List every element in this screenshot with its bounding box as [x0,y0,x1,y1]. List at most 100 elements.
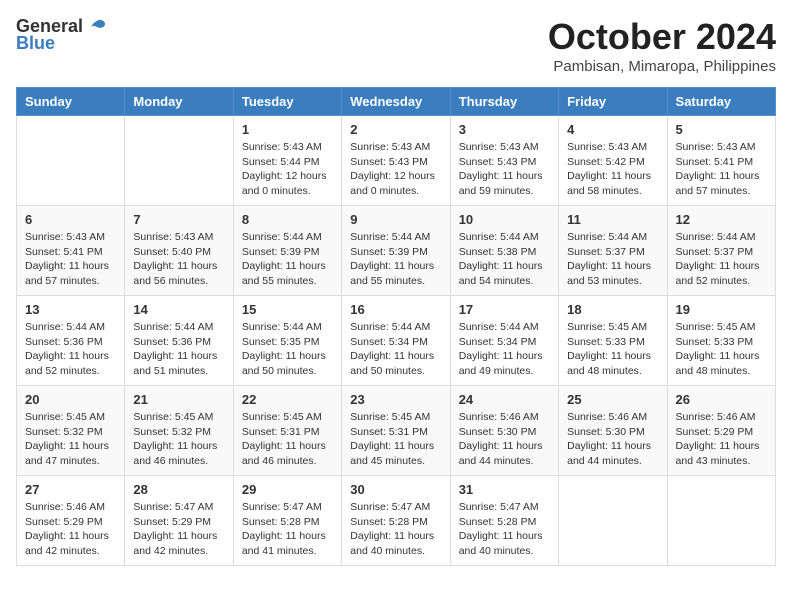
calendar-cell [559,476,667,566]
calendar-cell: 12 Sunrise: 5:44 AM Sunset: 5:37 PM Dayli… [667,206,775,296]
calendar-cell: 13 Sunrise: 5:44 AM Sunset: 5:36 PM Dayli… [17,296,125,386]
day-number: 20 [25,392,116,407]
calendar-header-row: Sunday Monday Tuesday Wednesday Thursday… [17,88,776,116]
day-info: Sunrise: 5:44 AM Sunset: 5:39 PM Dayligh… [350,230,441,289]
title-block: October 2024 Pambisan, Mimaropa, Philipp… [548,16,776,75]
calendar-cell: 4 Sunrise: 5:43 AM Sunset: 5:42 PM Daylig… [559,116,667,206]
day-number: 14 [133,302,224,317]
calendar-cell: 17 Sunrise: 5:44 AM Sunset: 5:34 PM Dayli… [450,296,558,386]
col-thursday: Thursday [450,88,558,116]
day-info: Sunrise: 5:43 AM Sunset: 5:41 PM Dayligh… [676,140,767,199]
day-info: Sunrise: 5:45 AM Sunset: 5:31 PM Dayligh… [350,410,441,469]
calendar-cell: 6 Sunrise: 5:43 AM Sunset: 5:41 PM Daylig… [17,206,125,296]
day-number: 6 [25,212,116,227]
calendar-cell: 30Sunrise: 5:47 AM Sunset: 5:28 PM Dayli… [342,476,450,566]
day-info: Sunrise: 5:45 AM Sunset: 5:31 PM Dayligh… [242,410,333,469]
calendar-cell: 7Sunrise: 5:43 AM Sunset: 5:40 PM Daylig… [125,206,233,296]
calendar-cell: 25 Sunrise: 5:46 AM Sunset: 5:30 PM Dayli… [559,386,667,476]
day-info: Sunrise: 5:43 AM Sunset: 5:43 PM Dayligh… [459,140,550,199]
day-number: 11 [567,212,658,227]
day-info: Sunrise: 5:44 AM Sunset: 5:38 PM Dayligh… [459,230,550,289]
calendar-cell: 31Sunrise: 5:47 AM Sunset: 5:28 PM Dayli… [450,476,558,566]
day-info: Sunrise: 5:45 AM Sunset: 5:33 PM Dayligh… [567,320,658,379]
day-info: Sunrise: 5:44 AM Sunset: 5:34 PM Dayligh… [459,320,550,379]
day-info: Sunrise: 5:43 AM Sunset: 5:42 PM Dayligh… [567,140,658,199]
day-info: Sunrise: 5:46 AM Sunset: 5:30 PM Dayligh… [567,410,658,469]
calendar-cell [667,476,775,566]
day-number: 3 [459,122,550,137]
calendar-cell: 27Sunrise: 5:46 AM Sunset: 5:29 PM Dayli… [17,476,125,566]
col-wednesday: Wednesday [342,88,450,116]
day-number: 4 [567,122,658,137]
calendar-table: Sunday Monday Tuesday Wednesday Thursday… [16,87,776,566]
month-title: October 2024 [548,16,776,58]
calendar-cell: 15 Sunrise: 5:44 AM Sunset: 5:35 PM Dayli… [233,296,341,386]
day-number: 9 [350,212,441,227]
day-number: 10 [459,212,550,227]
day-info: Sunrise: 5:44 AM Sunset: 5:37 PM Dayligh… [567,230,658,289]
day-info: Sunrise: 5:44 AM Sunset: 5:36 PM Dayligh… [25,320,116,379]
day-number: 19 [676,302,767,317]
day-info: Sunrise: 5:45 AM Sunset: 5:32 PM Dayligh… [133,410,224,469]
day-info: Sunrise: 5:45 AM Sunset: 5:33 PM Dayligh… [676,320,767,379]
location-text: Pambisan, Mimaropa, Philippines [548,58,776,75]
day-number: 23 [350,392,441,407]
calendar-cell: 9 Sunrise: 5:44 AM Sunset: 5:39 PM Daylig… [342,206,450,296]
calendar-cell: 20 Sunrise: 5:45 AM Sunset: 5:32 PM Dayli… [17,386,125,476]
col-saturday: Saturday [667,88,775,116]
day-number: 29 [242,482,333,497]
day-number: 21 [133,392,224,407]
day-number: 2 [350,122,441,137]
logo-bird-icon [87,17,107,37]
day-info: Sunrise: 5:44 AM Sunset: 5:35 PM Dayligh… [242,320,333,379]
day-number: 15 [242,302,333,317]
day-number: 8 [242,212,333,227]
day-number: 12 [676,212,767,227]
day-info: Sunrise: 5:46 AM Sunset: 5:29 PM Dayligh… [676,410,767,469]
calendar-cell: 23 Sunrise: 5:45 AM Sunset: 5:31 PM Dayli… [342,386,450,476]
week-row-4: 20 Sunrise: 5:45 AM Sunset: 5:32 PM Dayli… [17,386,776,476]
day-info: Sunrise: 5:44 AM Sunset: 5:39 PM Dayligh… [242,230,333,289]
week-row-3: 13 Sunrise: 5:44 AM Sunset: 5:36 PM Dayli… [17,296,776,386]
calendar-cell: 5 Sunrise: 5:43 AM Sunset: 5:41 PM Daylig… [667,116,775,206]
calendar-cell: 10 Sunrise: 5:44 AM Sunset: 5:38 PM Dayli… [450,206,558,296]
day-number: 30 [350,482,441,497]
day-info: Sunrise: 5:43 AM Sunset: 5:41 PM Dayligh… [25,230,116,289]
calendar-cell: 21 Sunrise: 5:45 AM Sunset: 5:32 PM Dayli… [125,386,233,476]
calendar-cell: 22 Sunrise: 5:45 AM Sunset: 5:31 PM Dayli… [233,386,341,476]
day-number: 5 [676,122,767,137]
calendar-cell [125,116,233,206]
day-info: Sunrise: 5:46 AM Sunset: 5:30 PM Dayligh… [459,410,550,469]
day-number: 17 [459,302,550,317]
calendar-cell: 11 Sunrise: 5:44 AM Sunset: 5:37 PM Dayli… [559,206,667,296]
day-info: Sunrise: 5:45 AM Sunset: 5:32 PM Dayligh… [25,410,116,469]
day-number: 13 [25,302,116,317]
day-info: Sunrise: 5:44 AM Sunset: 5:37 PM Dayligh… [676,230,767,289]
day-number: 16 [350,302,441,317]
day-number: 7 [133,212,224,227]
day-number: 1 [242,122,333,137]
calendar-cell: 29 Sunrise: 5:47 AM Sunset: 5:28 PM Dayli… [233,476,341,566]
calendar-cell [17,116,125,206]
day-info: Sunrise: 5:44 AM Sunset: 5:36 PM Dayligh… [133,320,224,379]
col-monday: Monday [125,88,233,116]
calendar-cell: 2 Sunrise: 5:43 AM Sunset: 5:43 PM Daylig… [342,116,450,206]
day-info: Sunrise: 5:43 AM Sunset: 5:43 PM Dayligh… [350,140,441,199]
calendar-cell: 26Sunrise: 5:46 AM Sunset: 5:29 PM Dayli… [667,386,775,476]
day-number: 25 [567,392,658,407]
calendar-cell: 8 Sunrise: 5:44 AM Sunset: 5:39 PM Daylig… [233,206,341,296]
calendar-cell: 28Sunrise: 5:47 AM Sunset: 5:29 PM Dayli… [125,476,233,566]
week-row-2: 6 Sunrise: 5:43 AM Sunset: 5:41 PM Daylig… [17,206,776,296]
col-friday: Friday [559,88,667,116]
day-info: Sunrise: 5:43 AM Sunset: 5:44 PM Dayligh… [242,140,333,199]
day-info: Sunrise: 5:47 AM Sunset: 5:28 PM Dayligh… [242,500,333,559]
calendar-cell: 18 Sunrise: 5:45 AM Sunset: 5:33 PM Dayli… [559,296,667,386]
page-header: General Blue October 2024 Pambisan, Mima… [16,16,776,75]
day-info: Sunrise: 5:47 AM Sunset: 5:29 PM Dayligh… [133,500,224,559]
week-row-1: 1 Sunrise: 5:43 AM Sunset: 5:44 PM Daylig… [17,116,776,206]
day-number: 22 [242,392,333,407]
calendar-cell: 16Sunrise: 5:44 AM Sunset: 5:34 PM Dayli… [342,296,450,386]
day-number: 18 [567,302,658,317]
col-sunday: Sunday [17,88,125,116]
calendar-cell: 14 Sunrise: 5:44 AM Sunset: 5:36 PM Dayli… [125,296,233,386]
